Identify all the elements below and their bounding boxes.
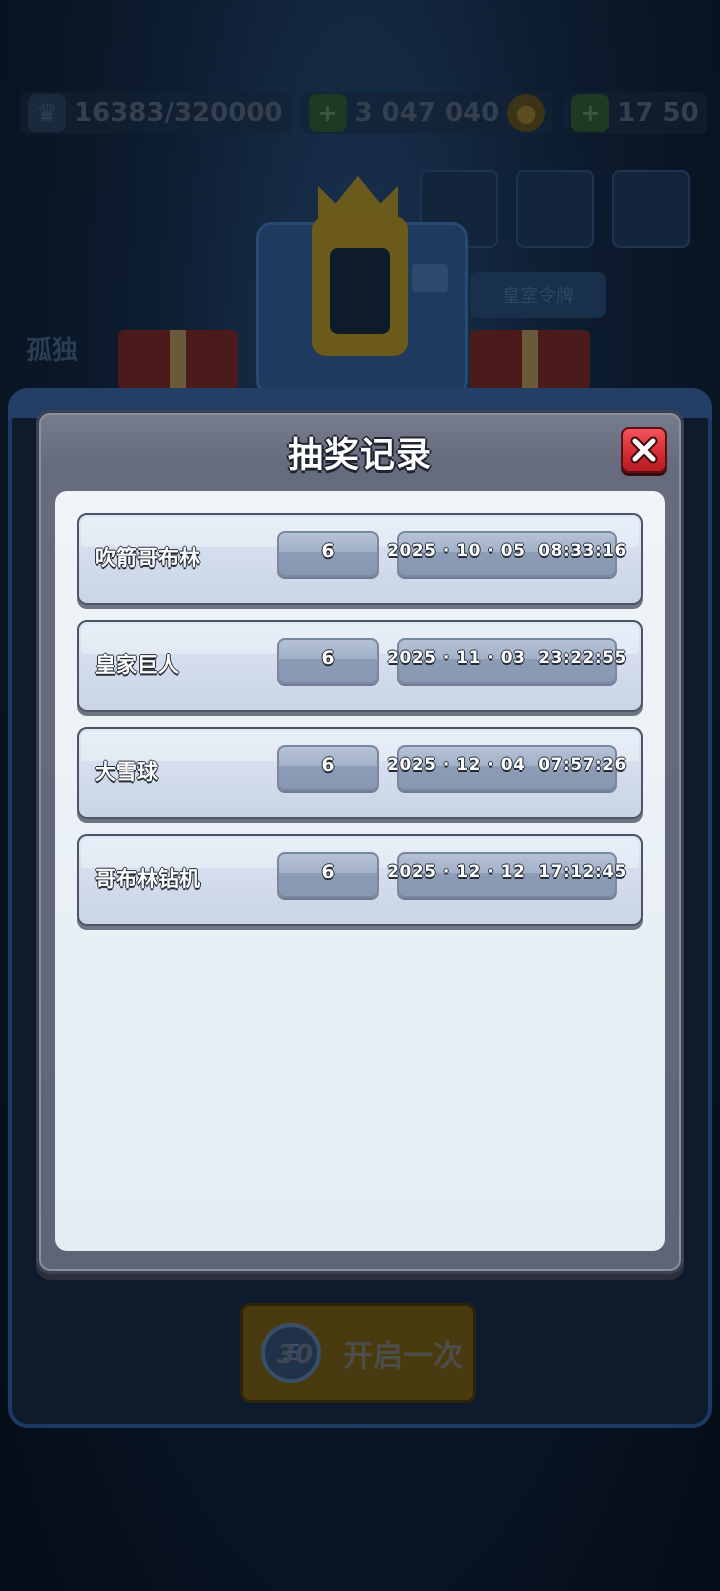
menu-icon [612,170,690,248]
cash-resource: + 3 047 040 ● [300,92,554,134]
gift-box-icon [118,330,238,390]
draw-history-dialog: 抽奖记录 吹箭哥布林 6 2025 · 10 · 05 08:33:16 皇家巨… [36,410,684,1274]
record-time: 2025 · 10 · 05 08:33:16 [387,531,626,577]
gem-resource: + 17 50 [563,92,707,134]
record-card-name: 大雪球 [95,760,158,784]
gem-icon: + [571,94,610,132]
gift-box-icon [470,330,590,390]
record-card-name: 哥布林钻机 [95,867,200,891]
game-screen: ♛ 16383/320000 + 3 047 040 ● + 17 50 皇室令… [0,0,720,1591]
record-row: 吹箭哥布林 6 2025 · 10 · 05 08:33:16 [77,513,643,605]
resource-bar: ♛ 16383/320000 + 3 047 040 ● + 17 50 [20,88,710,138]
record-card-name: 皇家巨人 [95,653,179,677]
open-once-label: 开启一次 [343,1339,463,1374]
record-list: 吹箭哥布林 6 2025 · 10 · 05 08:33:16 皇家巨人 6 2… [55,491,665,1251]
gold-coin-icon: ● [507,94,546,132]
record-row: 大雪球 6 2025 · 12 · 04 07:57:26 [77,727,643,819]
royal-token-chip: 皇室令牌 [470,272,606,318]
cash-count: 3 047 040 [354,98,500,128]
record-row: 哥布林钻机 6 2025 · 12 · 12 17:12:45 [77,834,643,926]
close-button[interactable] [621,427,667,473]
open-once-button[interactable]: ☰ 30 开启一次 [240,1303,476,1403]
record-row: 皇家巨人 6 2025 · 11 · 03 23:22:55 [77,620,643,712]
record-time: 2025 · 11 · 03 23:22:55 [387,638,626,684]
record-time: 2025 · 12 · 04 07:57:26 [387,745,626,791]
record-count: 6 [277,638,379,684]
record-count: 6 [277,745,379,791]
dialog-title: 抽奖记录 [287,436,432,476]
cash-icon: + [308,94,347,132]
close-icon [630,436,658,464]
record-card-name: 吹箭哥布林 [95,546,200,570]
side-label: 孤独 [26,336,79,366]
trophy-resource: ♛ 16383/320000 [20,92,291,134]
token-cost: 30 [277,1340,314,1370]
record-time: 2025 · 12 · 12 17:12:45 [387,852,626,898]
gem-count: 17 50 [617,98,699,128]
trophy-count: 16383/320000 [74,98,283,128]
news-icon [516,170,594,248]
record-count: 6 [277,852,379,898]
lottery-machine [248,176,470,396]
record-count: 6 [277,531,379,577]
trophy-icon: ♛ [28,94,66,132]
